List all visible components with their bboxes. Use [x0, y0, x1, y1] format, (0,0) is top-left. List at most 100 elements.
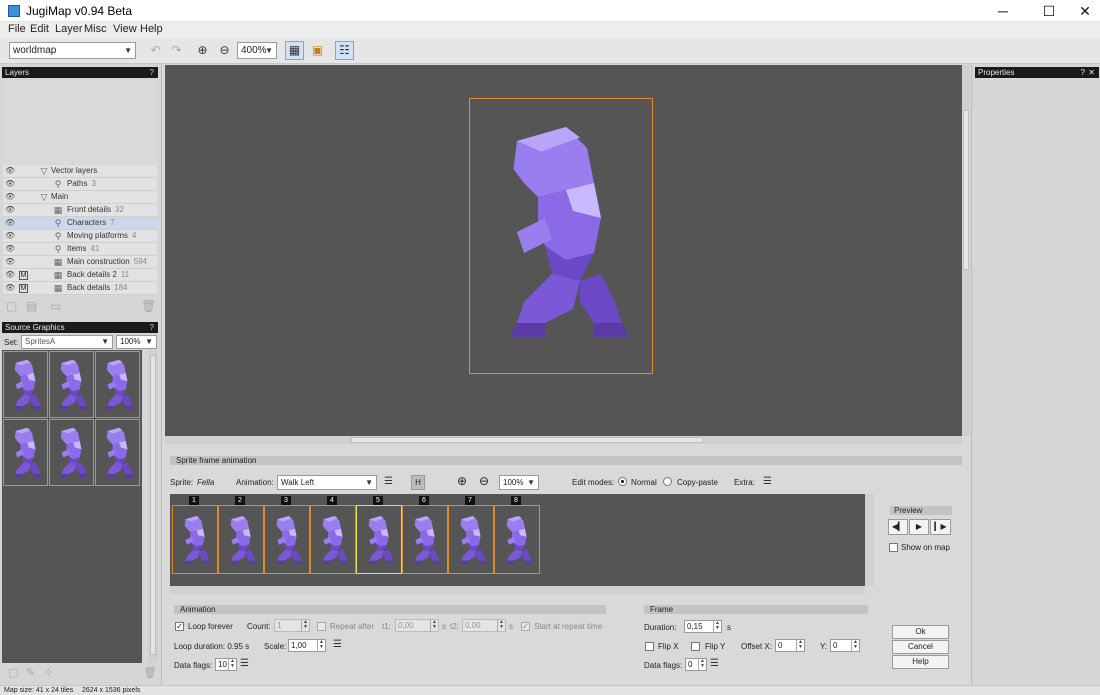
- menu-misc[interactable]: Misc: [80, 23, 111, 35]
- menu-edit[interactable]: Edit: [26, 23, 53, 35]
- canvas-hscrollbar[interactable]: [165, 436, 962, 444]
- layer-row[interactable]: 👁 ▽ Vector layers: [3, 165, 157, 178]
- flip-y-checkbox[interactable]: [691, 642, 700, 651]
- menu-help[interactable]: Help: [136, 23, 167, 35]
- source-graphics-scrollbar[interactable]: [148, 350, 158, 663]
- frame-strip-vscrollbar[interactable]: [865, 494, 874, 586]
- source-sprite-6[interactable]: [95, 419, 140, 486]
- add-sprite-icon[interactable]: ▢: [8, 666, 18, 679]
- show-on-map-checkbox[interactable]: [889, 543, 898, 552]
- scale-input[interactable]: 1,00 ▲ ▼: [288, 639, 326, 652]
- layer-row[interactable]: 👁 ▦ Main construction 594: [3, 256, 157, 269]
- play-icon[interactable]: ▶: [909, 519, 929, 535]
- animation-list-icon[interactable]: ☰: [384, 476, 393, 487]
- eye-icon[interactable]: 👁: [5, 219, 15, 227]
- t1-input[interactable]: 0,00 ▲ ▼: [395, 619, 439, 632]
- mode-normal-radio[interactable]: [618, 477, 627, 486]
- ok-button[interactable]: Ok: [892, 625, 949, 639]
- layer-row[interactable]: 👁 ⚲ Characters 7: [3, 217, 157, 230]
- mode-copy-radio[interactable]: [663, 477, 672, 486]
- repeat-after-checkbox[interactable]: [317, 622, 326, 631]
- start-at-repeat-checkbox[interactable]: ✓: [521, 622, 530, 631]
- eye-icon[interactable]: 👁: [5, 232, 15, 240]
- count-input[interactable]: 1 ▲ ▼: [274, 619, 310, 632]
- flip-x-checkbox[interactable]: [645, 642, 654, 651]
- animation-frame[interactable]: [494, 505, 540, 574]
- animation-frame[interactable]: [448, 505, 494, 574]
- minimize-button[interactable]: ─: [980, 0, 1026, 22]
- layer-row[interactable]: 👁 ⚲ Items 41: [3, 243, 157, 256]
- layer-props-icon[interactable]: ▤: [26, 299, 37, 313]
- eye-icon[interactable]: 👁: [5, 206, 15, 214]
- source-zoom-select[interactable]: 100% ▼: [116, 335, 157, 349]
- sprite-tools-icon[interactable]: ✧: [44, 666, 53, 679]
- eye-icon[interactable]: 👁: [5, 284, 15, 292]
- close-button[interactable]: ✕: [1062, 0, 1100, 22]
- group-layer-icon[interactable]: ▽: [39, 192, 49, 202]
- new-layer-icon[interactable]: ▢: [6, 299, 17, 313]
- frame-strip-hscrollbar[interactable]: [170, 586, 865, 594]
- set-select[interactable]: SpritesA ▼: [21, 335, 113, 349]
- help-icon[interactable]: ?: [1081, 67, 1085, 78]
- frame-data-flags-list-icon[interactable]: ☰: [710, 658, 719, 669]
- edit-sprite-icon[interactable]: ✎: [26, 666, 35, 679]
- eye-icon[interactable]: 👁: [5, 258, 15, 266]
- eye-icon[interactable]: 👁: [5, 245, 15, 253]
- anim-zoom-select[interactable]: 100% ▼: [499, 475, 539, 490]
- offset-x-input[interactable]: 0 ▲ ▼: [775, 639, 805, 652]
- layer-row[interactable]: 👁 ▽ Main: [3, 191, 157, 204]
- next-frame-icon[interactable]: ▎▶: [930, 519, 951, 535]
- layer-row[interactable]: 👁 M ▦ Back details 2 11: [3, 269, 157, 282]
- source-sprite-5[interactable]: [49, 419, 94, 486]
- grid-toggle-icon[interactable]: ▦: [285, 41, 304, 60]
- t2-input[interactable]: 0,00 ▲ ▼: [462, 619, 506, 632]
- redo-icon[interactable]: ↷: [167, 41, 186, 60]
- group-layer-icon[interactable]: ▽: [39, 166, 49, 176]
- close-icon[interactable]: ✕: [1088, 67, 1095, 78]
- eye-icon[interactable]: 👁: [5, 167, 15, 175]
- layer-row[interactable]: 👁 M ▦ Back details 184: [3, 282, 157, 295]
- layer-mark[interactable]: M: [19, 284, 28, 293]
- animation-frame[interactable]: [264, 505, 310, 574]
- layer-row[interactable]: 👁 ⚲ Paths 3: [3, 178, 157, 191]
- layer-mark[interactable]: M: [19, 271, 28, 280]
- table-view-icon[interactable]: ☷: [335, 41, 354, 60]
- zoom-in-icon[interactable]: ⊕: [193, 41, 212, 60]
- h-button[interactable]: H: [411, 475, 425, 490]
- zoom-out-icon[interactable]: ⊖: [479, 474, 489, 488]
- help-button[interactable]: Help: [892, 655, 949, 669]
- frame-data-flags-input[interactable]: 0 ▲ ▼: [685, 658, 707, 671]
- loop-forever-checkbox[interactable]: ✓: [175, 622, 184, 631]
- zoom-in-icon[interactable]: ⊕: [457, 474, 467, 488]
- trash-icon[interactable]: 🗑: [141, 299, 156, 313]
- animation-frame[interactable]: [356, 505, 402, 574]
- anim-data-flags-list-icon[interactable]: ☰: [240, 658, 249, 669]
- anim-data-flags-input[interactable]: 10 ▲ ▼: [215, 658, 237, 671]
- animation-frame[interactable]: [218, 505, 264, 574]
- scale-list-icon[interactable]: ☰: [333, 639, 342, 650]
- layer-row[interactable]: 👁 ▦ Front details 32: [3, 204, 157, 217]
- canvas-vscrollbar[interactable]: [962, 65, 970, 436]
- help-icon[interactable]: ?: [150, 322, 154, 333]
- duration-input[interactable]: 0,15 ▲ ▼: [684, 620, 722, 633]
- source-sprite-2[interactable]: [49, 351, 94, 418]
- eye-icon[interactable]: 👁: [5, 193, 15, 201]
- extra-list-icon[interactable]: ☰: [763, 476, 772, 487]
- source-sprite-4[interactable]: [3, 419, 48, 486]
- undo-icon[interactable]: ↶: [146, 41, 165, 60]
- sprite-bounding-box[interactable]: [469, 98, 653, 374]
- source-sprite-3[interactable]: [95, 351, 140, 418]
- prev-frame-icon[interactable]: ◀▎: [888, 519, 908, 535]
- cancel-button[interactable]: Cancel: [892, 640, 949, 654]
- tiles-toggle-icon[interactable]: ▣: [308, 41, 327, 60]
- offset-y-input[interactable]: 0 ▲ ▼: [830, 639, 860, 652]
- source-sprite-1[interactable]: [3, 351, 48, 418]
- layer-row[interactable]: 👁 ⚲ Moving platforms 4: [3, 230, 157, 243]
- eye-icon[interactable]: 👁: [5, 271, 15, 279]
- animation-frame[interactable]: [172, 505, 218, 574]
- zoom-out-icon[interactable]: ⊖: [215, 41, 234, 60]
- animation-frame[interactable]: [402, 505, 448, 574]
- animation-frame[interactable]: [310, 505, 356, 574]
- animation-select[interactable]: Walk Left ▼: [277, 475, 377, 490]
- map-select[interactable]: worldmap ▼: [9, 42, 136, 59]
